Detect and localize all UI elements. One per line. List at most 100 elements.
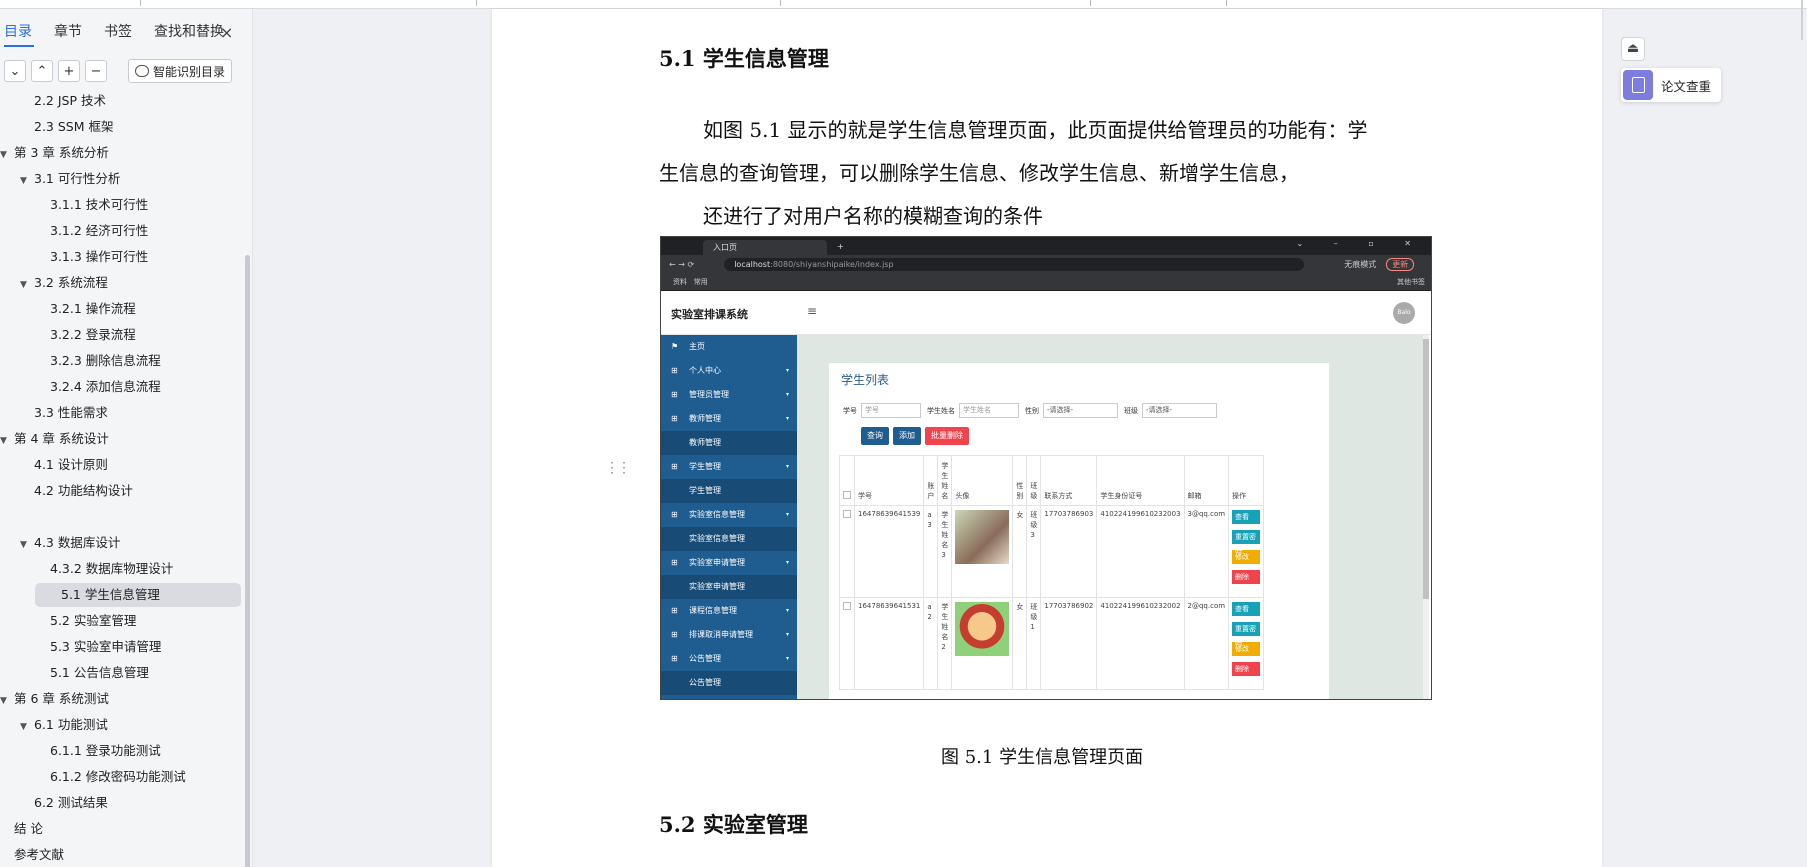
toc-item-label: 3.2.3 删除信息流程: [50, 353, 161, 368]
flag-icon: ⚑: [671, 342, 679, 351]
toc-item-label: 4.3.2 数据库物理设计: [50, 561, 174, 576]
toc-item[interactable]: ▼ 6.1 功能测试: [0, 713, 108, 737]
table-row: 16478639641539 a3 学生姓名3 女班级3 17703786903 4102…: [839, 505, 1265, 598]
toc-item-label: 6.1 功能测试: [34, 717, 108, 732]
chevron-icon: ▾: [785, 391, 789, 398]
figure-sidebar-item: ⊞ 排课取消申请管理 ▾: [661, 623, 797, 647]
toc-item-label: 第 4 章 系统设计: [14, 431, 109, 446]
card-title: 学生列表: [841, 373, 890, 387]
toc-item-label: 5.3 实验室申请管理: [50, 639, 162, 654]
figure-sidebar-item: ⊞ 管理员管理 ▾: [661, 383, 797, 407]
chevron-icon: ▾: [785, 463, 789, 470]
chevron-down-icon[interactable]: ▼: [20, 273, 34, 297]
chevron-down-icon[interactable]: ▼: [20, 169, 34, 193]
close-icon[interactable]: ×: [220, 23, 233, 42]
toc-item[interactable]: ▼ 3.1 可行性分析: [0, 167, 120, 191]
toc-item-label: 5.1 公告信息管理: [50, 665, 149, 680]
toc-item[interactable]: ▼ 第 4 章 系统设计: [0, 427, 109, 451]
toc-item[interactable]: 6.2 测试结果: [0, 791, 108, 815]
chevron-down-icon[interactable]: ▼: [0, 689, 14, 713]
remove-heading-button[interactable]: −: [85, 60, 107, 82]
add-heading-button[interactable]: +: [58, 60, 80, 82]
browser-addressbar: ← → ⟳ localhost:8080/shiyanshipaike/inde…: [661, 255, 1431, 273]
toc-item[interactable]: 6.1.1 登录功能测试: [0, 739, 161, 763]
toc-item[interactable]: 2.3 SSM 框架: [0, 115, 113, 139]
toc-item[interactable]: 4.1 设计原则: [0, 453, 108, 477]
toc-item[interactable]: 3.2.3 删除信息流程: [0, 349, 161, 373]
toc-item-label: 第 6 章 系统测试: [14, 691, 109, 706]
chevron-icon: ▾: [785, 607, 789, 614]
smart-toc-icon: [135, 65, 149, 77]
toc-item[interactable]: 3.2.2 登录流程: [0, 323, 136, 347]
toc-item-label: 6.2 测试结果: [34, 795, 108, 810]
figure-sidebar-item: ⚑ 主页: [661, 335, 797, 359]
toc-item[interactable]: 3.2.1 操作流程: [0, 297, 136, 321]
toc-item-label: 3.2.4 添加信息流程: [50, 379, 161, 394]
browser-bookmarks: 资料 常用 其他书签: [661, 273, 1431, 291]
toc-item[interactable]: 3.2.4 添加信息流程: [0, 375, 161, 399]
toc-item-label: 4.2 功能结构设计: [34, 483, 133, 498]
figure-sidebar-item: ⊞ 公告管理 ▾: [661, 647, 797, 671]
figure-screenshot: 入口页 + ⌄ – ▫ ✕ ← → ⟳ localhost:8080/shiya…: [660, 236, 1432, 700]
app-title: 实验室排课系统: [671, 308, 748, 321]
expand-button[interactable]: ⌃: [31, 60, 53, 82]
toc-item[interactable]: 参考文献: [0, 843, 64, 867]
row-op-button: 重置密码: [1232, 622, 1261, 647]
toc-item[interactable]: 5.1 公告信息管理: [0, 661, 149, 685]
toc-item[interactable]: ▼ 3.2 系统流程: [0, 271, 108, 295]
figure-scrollbar: [1423, 335, 1429, 699]
toc-item[interactable]: ▼ 第 6 章 系统测试: [0, 687, 109, 711]
tab-chapters[interactable]: 章节: [54, 21, 90, 51]
chevron-down-icon[interactable]: ▼: [0, 429, 14, 453]
toc-item-label: 3.1 可行性分析: [34, 171, 121, 186]
toc-item-label: 3.2.1 操作流程: [50, 301, 136, 316]
paragraph-line: 还进行了对用户名称的模糊查询的条件: [703, 204, 1043, 228]
drag-handle-icon[interactable]: ⋮⋮: [605, 460, 631, 476]
toc-item[interactable]: 6.1.2 修改密码功能测试: [0, 765, 186, 789]
figure-sidebar-item: 实验室信息管理: [661, 527, 797, 551]
toc-item-label: 4.1 设计原则: [34, 457, 108, 472]
chevron-down-icon[interactable]: ▼: [20, 533, 34, 557]
figure-sidebar-item: 学生管理: [661, 479, 797, 503]
action-buttons: 查询 添加 批量删除: [861, 427, 973, 445]
chevron-down-icon[interactable]: ▼: [0, 143, 14, 167]
toc-item-label: 3.2 系统流程: [34, 275, 108, 290]
collapse-button[interactable]: ⌄: [4, 60, 26, 82]
smart-toc-button[interactable]: 智能识别目录: [128, 59, 233, 83]
window-scroll-indicator[interactable]: [1801, 0, 1803, 40]
document-page: 5.1 学生信息管理 如图 5.1 显示的就是学生信息管理页面，此页面提供给管理…: [492, 9, 1602, 867]
tab-bookmarks[interactable]: 书签: [104, 21, 140, 51]
toc-item[interactable]: 4.2 功能结构设计: [0, 479, 133, 503]
chevron-icon: ▾: [785, 415, 789, 422]
figure-sidebar-item: 实验室申请管理: [661, 575, 797, 599]
toc-item[interactable]: 4.3.2 数据库物理设计: [0, 557, 173, 581]
row-op-button: 查看: [1232, 510, 1261, 524]
toc-item[interactable]: 结 论: [0, 817, 43, 841]
toc-item-label: 2.3 SSM 框架: [34, 119, 114, 134]
figure-caption: 图 5.1 学生信息管理页面: [941, 747, 1144, 768]
toc-item[interactable]: 3.1.1 技术可行性: [0, 193, 148, 217]
chevron-down-icon[interactable]: ▼: [20, 715, 34, 739]
toc-item[interactable]: ▼ 4.3 数据库设计: [0, 531, 120, 555]
toc-item-label: 第 3 章 系统分析: [14, 145, 109, 160]
toc-item-label: 5.2 实验室管理: [50, 613, 137, 628]
toc-item[interactable]: 5.1 学生信息管理: [35, 583, 241, 607]
eject-icon[interactable]: ⏏: [1621, 37, 1645, 61]
toc-item[interactable]: ▼ 第 3 章 系统分析: [0, 141, 109, 165]
toc-item-label: 参考文献: [14, 847, 65, 862]
row-op-button: 修改: [1232, 642, 1261, 656]
toc-item-label: 3.1.2 经济可行性: [50, 223, 149, 238]
toc-item[interactable]: 2.2 JSP 技术: [0, 91, 106, 113]
chevron-icon: ▾: [785, 559, 789, 566]
avatar: Balo: [1393, 302, 1415, 324]
toc-item[interactable]: 5.3 实验室申请管理: [0, 635, 161, 659]
toc-item-label: 2.2 JSP 技术: [34, 93, 106, 108]
tab-toc[interactable]: 目录: [4, 21, 40, 51]
toc-item[interactable]: 3.3 性能需求: [0, 401, 108, 425]
nav-scrollbar[interactable]: [245, 255, 250, 867]
toc-item[interactable]: 5.2 实验室管理: [0, 609, 136, 633]
plagiarism-check-button[interactable]: 论文查重: [1621, 68, 1721, 102]
chevron-icon: ▾: [785, 655, 789, 662]
toc-item[interactable]: 3.1.2 经济可行性: [0, 219, 148, 243]
toc-item[interactable]: 3.1.3 操作可行性: [0, 245, 148, 269]
